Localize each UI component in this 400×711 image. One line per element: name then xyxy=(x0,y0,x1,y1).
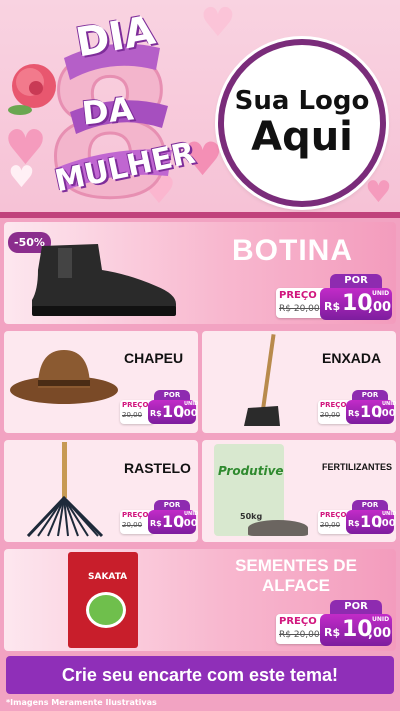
seed-packet-icon: SAKATA xyxy=(68,552,138,648)
price-tag-fertilizantes: POR PREÇO 20,00 R$ 10 ,00 UNID xyxy=(318,500,397,536)
header-banner: ♥ ♥ ♥ ♥ ♥ ♥ 8 DIA DA MULHER Sua Logo Aqu… xyxy=(0,0,400,212)
boot-icon xyxy=(32,244,176,316)
product-name-fertilizantes: FERTILIZANTES xyxy=(322,462,392,472)
price-tag-enxada: POR PREÇO 20,00 R$ 10 ,00 UNID xyxy=(318,390,397,426)
preco-label: PREÇO xyxy=(122,401,149,409)
unid-label: UNID xyxy=(382,511,397,517)
rake-icon xyxy=(26,442,104,538)
unid-label: UNID xyxy=(184,511,199,517)
product-name-enxada: ENXADA xyxy=(322,350,382,366)
price-tag-chapeu: POR PREÇO 20,00 R$ 10 ,00 UNID xyxy=(120,390,199,426)
old-price: 20,00 xyxy=(320,521,341,529)
logo-placeholder[interactable]: Sua Logo Aqui xyxy=(218,39,386,207)
cta-button[interactable]: Crie seu encarte com este tema! xyxy=(6,656,394,694)
por-label: POR xyxy=(352,500,388,510)
disclaimer-text: *Imagens Meramente Ilustrativas xyxy=(6,698,157,707)
price-tag-sementes: POR PREÇO R$ 20,00 R$ 10 ,00 UNID xyxy=(276,600,392,646)
unid-label: UNID xyxy=(372,290,390,297)
por-label: POR xyxy=(154,500,190,510)
product-name-chapeu: CHAPEU xyxy=(124,350,184,366)
old-price: R$ 20,00 xyxy=(279,630,320,640)
bag-brand: Produtive xyxy=(218,464,284,478)
lettuce-image xyxy=(86,592,126,628)
preco-label: PREÇO xyxy=(279,616,317,627)
logo-text-line1: Sua Logo xyxy=(234,85,370,116)
por-label: POR xyxy=(154,390,190,400)
preco-label: PREÇO xyxy=(279,290,317,301)
por-label: POR xyxy=(352,390,388,400)
logo-text-line2: Aqui xyxy=(251,114,353,161)
hoe-icon xyxy=(244,334,280,426)
product-name-sementes: SEMENTES DE ALFACE xyxy=(235,556,357,595)
old-price: 20,00 xyxy=(122,521,143,529)
por-label: POR xyxy=(330,600,382,614)
packet-brand: SAKATA xyxy=(88,572,128,582)
preco-label: PREÇO xyxy=(320,511,347,519)
unid-label: UNID xyxy=(184,401,199,407)
old-price: R$ 20,00 xyxy=(279,304,320,314)
preco-label: PREÇO xyxy=(122,511,149,519)
title-da: DA xyxy=(80,89,136,133)
product-name-botina: BOTINA xyxy=(232,234,353,267)
old-price: 20,00 xyxy=(122,411,143,419)
heart-icon: ♥ xyxy=(365,175,392,210)
por-label: POR xyxy=(330,274,382,288)
price-tag-botina: POR PREÇO R$ 20,00 R$ 10 ,00 UNID xyxy=(276,274,392,320)
price-tag-rastelo: POR PREÇO 20,00 R$ 10 ,00 UNID xyxy=(120,500,199,536)
product-name-rastelo: RASTELO xyxy=(124,460,191,476)
unid-label: UNID xyxy=(372,616,390,623)
old-price: 20,00 xyxy=(320,411,341,419)
divider xyxy=(0,212,400,218)
preco-label: PREÇO xyxy=(320,401,347,409)
hat-icon xyxy=(10,350,118,404)
bag-weight: 50kg xyxy=(240,512,263,521)
unid-label: UNID xyxy=(382,401,397,407)
fertilizer-pile xyxy=(248,520,308,536)
